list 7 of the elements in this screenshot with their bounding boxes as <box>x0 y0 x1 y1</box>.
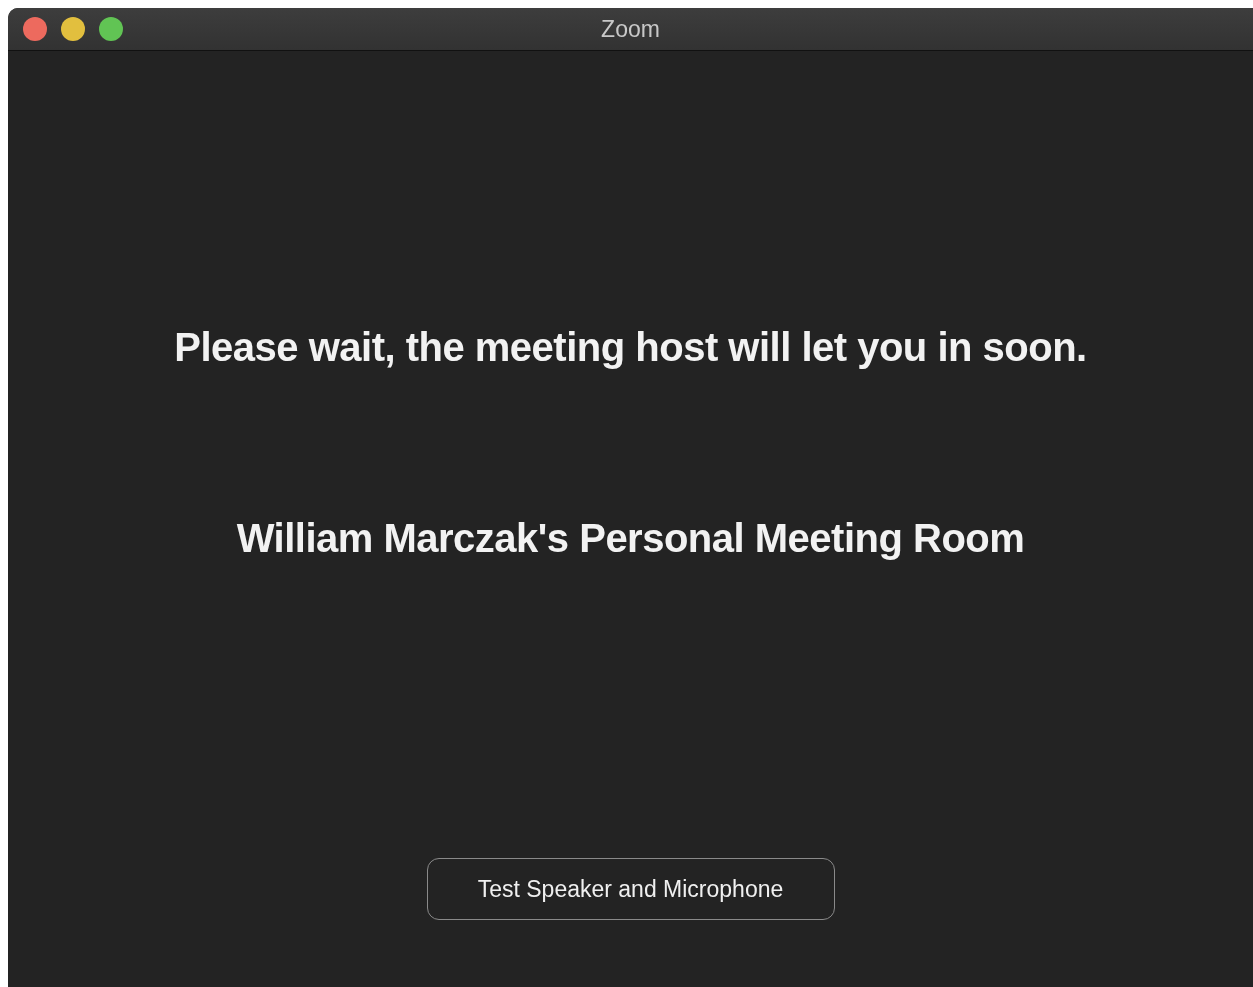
close-button[interactable] <box>23 17 47 41</box>
maximize-button[interactable] <box>99 17 123 41</box>
window-title: Zoom <box>601 15 660 43</box>
minimize-button[interactable] <box>61 17 85 41</box>
test-audio-button[interactable]: Test Speaker and Microphone <box>426 858 835 920</box>
waiting-message: Please wait, the meeting host will let you in soon. <box>174 325 1087 370</box>
meeting-room-name: William Marczak's Personal Meeting Room <box>236 516 1025 561</box>
